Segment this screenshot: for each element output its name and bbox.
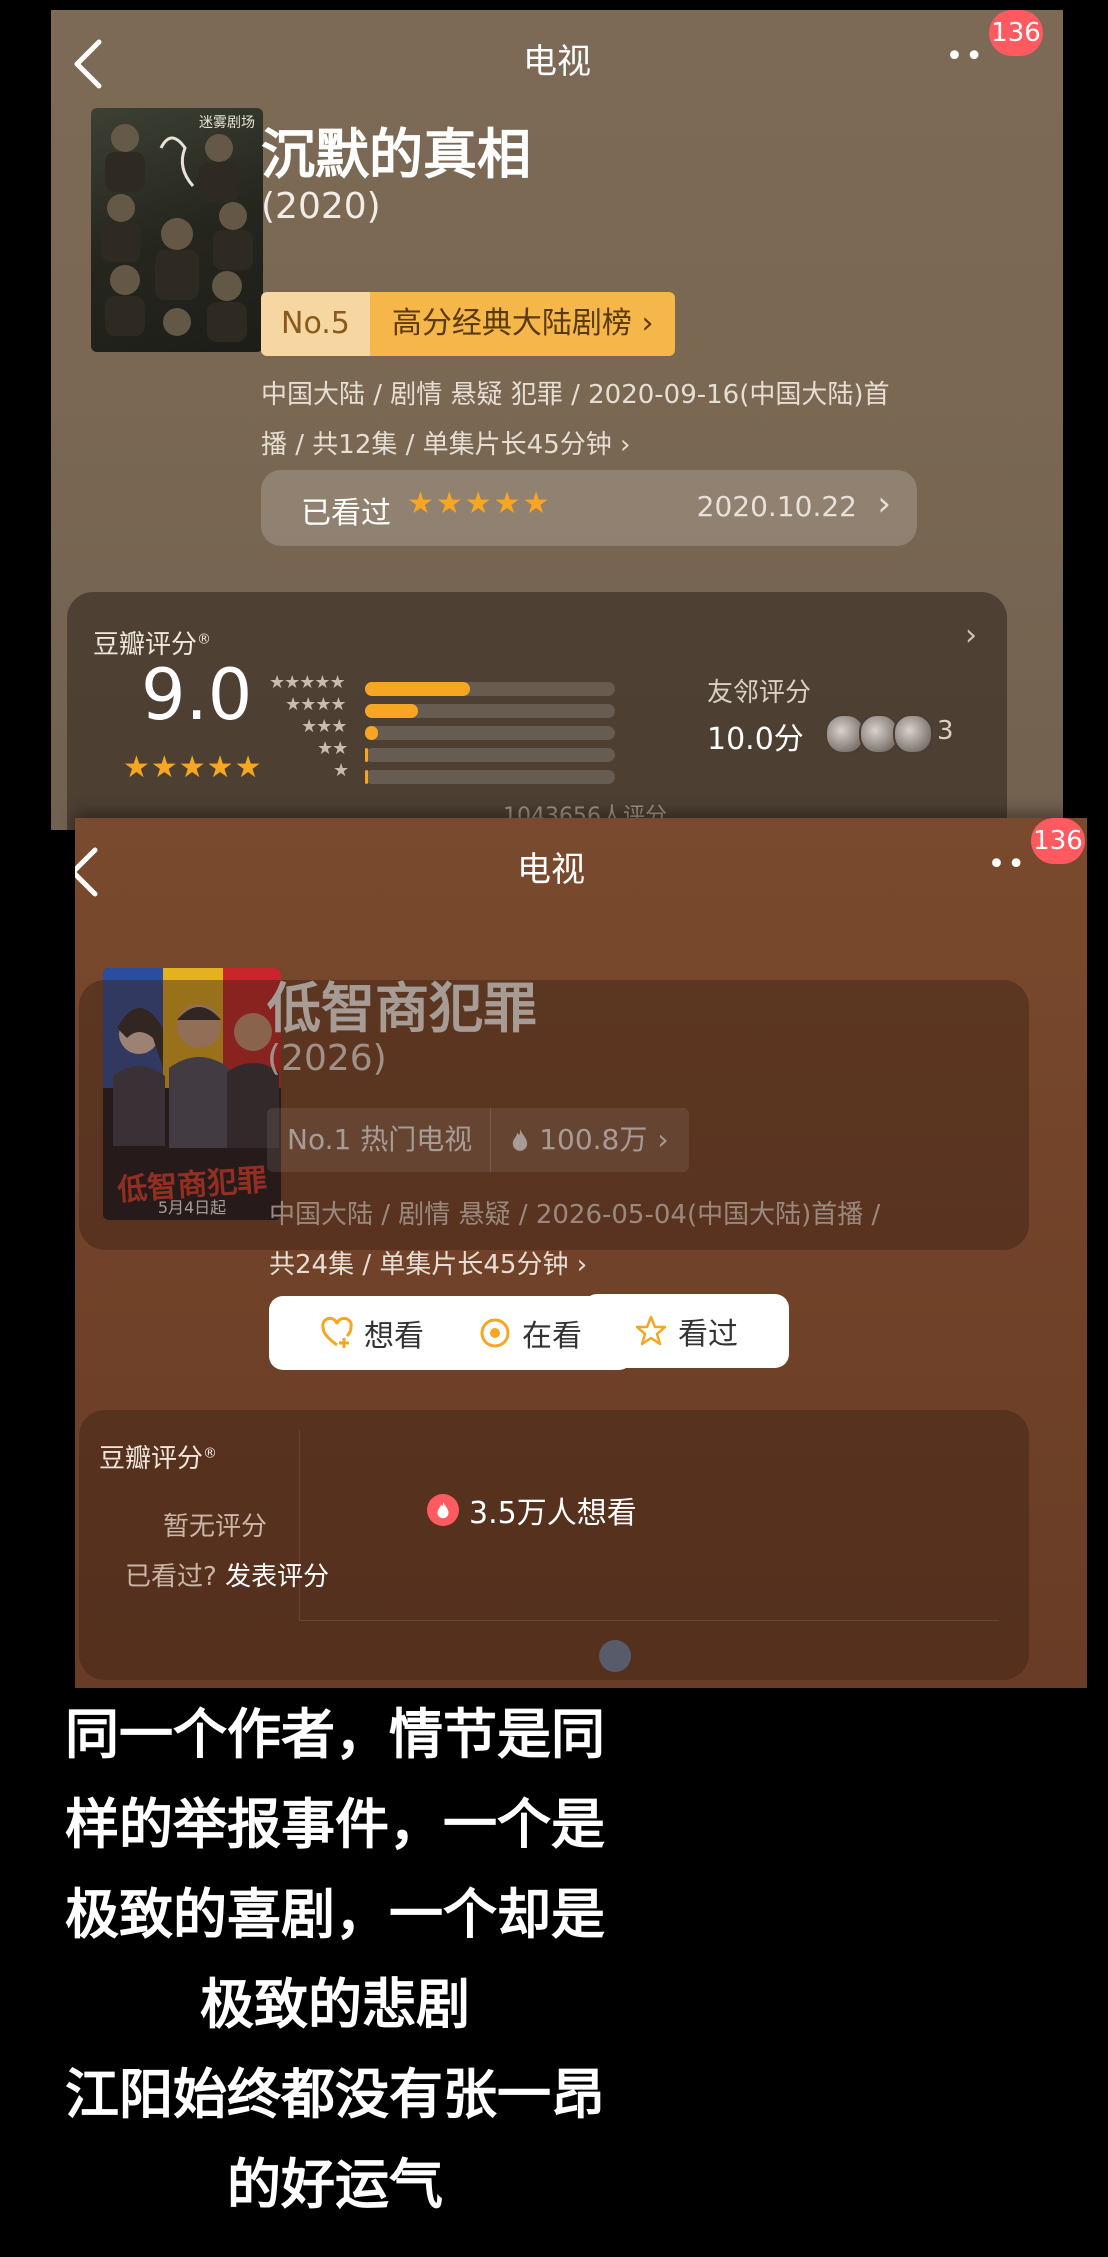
poster[interactable]: 迷雾剧场 (91, 108, 263, 352)
star-icon (635, 1315, 667, 1346)
avatar (893, 714, 933, 754)
navbar: 电视 •• 136 (51, 10, 1063, 110)
meta-line-1: 中国大陆 / 剧情 悬疑 犯罪 / 2020-09-16(中国大陆)首 (261, 380, 890, 410)
rating-bar-label: ★★★★★ (269, 672, 346, 693)
show-title: 沉默的真相 (261, 123, 531, 186)
divider (299, 1620, 999, 1621)
heart-plus-icon (321, 1316, 353, 1348)
poster-brand: 迷雾剧场 (199, 115, 255, 131)
caption-line: 极致的悲剧 (200, 1973, 470, 2036)
page-title: 电视 (517, 850, 585, 890)
poster-image (101, 124, 253, 342)
chevron-right-icon: › (641, 306, 654, 341)
rating-label: 豆瓣评分® (99, 1444, 218, 1474)
want-label: 想看 (364, 1319, 424, 1354)
caption-line: 极致的喜剧，一个却是 (65, 1883, 605, 1946)
watching-label: 在看 (522, 1319, 582, 1354)
meta-line-2: 播 / 共12集 / 单集片长45分钟 › (261, 430, 631, 460)
chevron-right-icon: › (965, 618, 977, 653)
navbar: 电视 •• 136 (75, 818, 1087, 918)
want-count: 3.5万人想看 (427, 1488, 637, 1532)
caption-line: 同一个作者，情节是同 (65, 1703, 605, 1766)
chevron-right-icon: › (877, 484, 891, 524)
screenshot-silent-truth: 电视 •• 136 迷雾剧场 沉默的真相 (2020) No.5 高分经典大陆剧… (51, 10, 1063, 830)
friend-rating-label: 友邻评分 (707, 678, 812, 708)
watched-label: 看过 (678, 1317, 738, 1352)
notification-badge: 136 (989, 10, 1043, 56)
rating-stars: ★★★★★ (123, 750, 263, 785)
rating-bar-label: ★★★★ (285, 694, 347, 715)
watched-button[interactable]: 看过 (583, 1294, 789, 1368)
friend-avatars[interactable] (825, 714, 933, 754)
caption-line: 的好运气 (227, 2153, 443, 2216)
watched-stars: ★★★★★ (407, 486, 552, 521)
caption-line: 样的举报事件，一个是 (65, 1793, 605, 1856)
flame-icon (427, 1494, 459, 1526)
more-icon[interactable]: •• (946, 42, 985, 72)
rating-bar-label: ★ (333, 760, 349, 781)
page-title: 电视 (523, 42, 591, 82)
show-meta[interactable]: 中国大陆 / 剧情 悬疑 犯罪 / 2020-09-16(中国大陆)首 播 / … (261, 370, 890, 470)
ranking-badge[interactable]: No.5 高分经典大陆剧榜 › (261, 292, 676, 356)
watched-label: 已看过 (301, 496, 391, 531)
douban-logo-icon (599, 1640, 631, 1672)
friend-rating-score: 10.0分 (707, 722, 804, 757)
rating-bar-label: ★★ (317, 738, 348, 759)
douban-rating-card[interactable] (79, 980, 1029, 1250)
douban-rating-card[interactable]: 豆瓣评分® › 9.0 ★★★★★ ★★★★★ ★★★★ ★★★ ★★ ★ 104365… (67, 592, 1007, 830)
watched-row[interactable]: 已看过 ★★★★★ 2020.10.22 › (261, 470, 917, 546)
friend-count: 3 (937, 716, 954, 746)
no-rating-text: 暂无评分 (163, 1512, 268, 1542)
rating-score: 9.0 (141, 654, 253, 736)
caption: 同一个作者，情节是同 样的举报事件，一个是 极致的喜剧，一个却是 极致的悲剧江阳始终都… (0, 1690, 670, 2230)
show-year: (2020) (261, 186, 381, 227)
rate-prompt[interactable]: 已看过? 发表评分 (125, 1556, 329, 1593)
rank-label: 高分经典大陆剧榜 › (369, 292, 676, 356)
caption-line: 江阳始终都没有张一昂 (65, 2063, 605, 2126)
target-icon (480, 1318, 510, 1348)
more-icon[interactable]: •• (988, 850, 1027, 880)
rank-number: No.5 (261, 292, 370, 356)
notification-badge: 136 (1031, 818, 1085, 864)
douban-rating-card-2[interactable]: 豆瓣评分® 暂无评分 已看过? 发表评分 3.5万人想看 (79, 1410, 1029, 1680)
watched-date: 2020.10.22 (696, 490, 857, 523)
rating-bar-label: ★★★ (301, 716, 347, 737)
